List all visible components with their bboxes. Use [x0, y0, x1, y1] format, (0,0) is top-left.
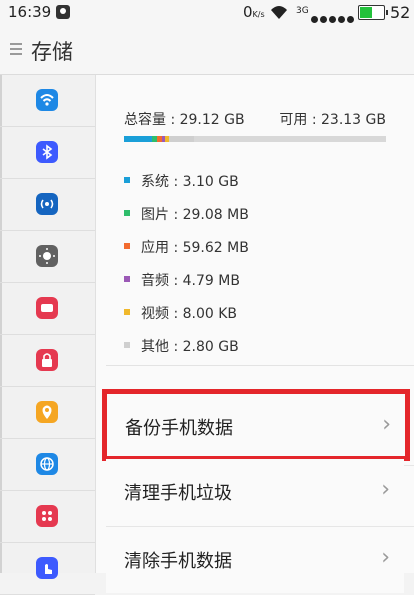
action-label: 清除手机数据 [124, 551, 232, 572]
action-label: 清理手机垃圾 [124, 483, 232, 504]
page-title: 存储 [31, 40, 73, 64]
capacity-summary: 总容量 : 29.12 GB 可用 : 23.13 GB [124, 109, 386, 129]
available-capacity: 可用 : 23.13 GB [279, 112, 386, 128]
display-icon [36, 297, 58, 319]
status-bar: 16:39 0K/s 3G 52 [0, 0, 414, 26]
brightness-icon [36, 245, 58, 267]
action-label: 备份手机数据 [125, 418, 233, 439]
storage-panel: 总容量 : 29.12 GB 可用 : 23.13 GB 系统 : 3.10 G… [96, 75, 414, 593]
bluetooth-icon [36, 141, 58, 163]
legend-swatch [124, 210, 130, 216]
usage-segment-0 [124, 136, 152, 142]
chevron-right-icon: › [382, 412, 391, 437]
sidebar-item-wifi[interactable] [0, 75, 95, 127]
total-capacity: 总容量 : 29.12 GB [124, 112, 245, 128]
globe-icon [36, 453, 58, 475]
notification-icon [56, 5, 70, 19]
legend-swatch [124, 177, 130, 183]
wifi-icon [36, 89, 58, 111]
legend-swatch [124, 276, 130, 282]
usage-segment-5 [168, 136, 194, 142]
divider [106, 365, 414, 366]
lock-icon [36, 349, 58, 371]
sidebar-item-gestures[interactable] [0, 543, 95, 595]
sidebar-item-bluetooth[interactable] [0, 127, 95, 179]
sidebar-item-hotspot[interactable] [0, 179, 95, 231]
network-type: 3G [296, 6, 309, 16]
clean-junk-button[interactable]: 清理手机垃圾 › [106, 459, 404, 525]
erase-data-button[interactable]: 清除手机数据 › [106, 527, 404, 593]
hotspot-icon [36, 193, 58, 215]
sidebar-item-display[interactable] [0, 283, 95, 335]
location-icon [36, 401, 58, 423]
network-speed: 0K/s [243, 3, 265, 21]
gesture-icon [36, 557, 58, 579]
sidebar-item-apps[interactable] [0, 491, 95, 543]
sidebar-item-location[interactable] [0, 387, 95, 439]
chevron-right-icon: › [381, 477, 390, 502]
wifi-signal-icon [271, 6, 287, 19]
battery-percent: 52 [390, 3, 411, 22]
legend-swatch [124, 342, 130, 348]
chevron-right-icon: › [381, 545, 390, 570]
storage-usage-bar [124, 136, 386, 142]
settings-sidebar [0, 75, 96, 595]
app-header: 存储 [0, 26, 414, 75]
battery-icon [358, 5, 388, 20]
apps-icon [36, 505, 58, 527]
legend-swatch [124, 309, 130, 315]
cell-signal-icon [311, 9, 356, 27]
clock: 16:39 [8, 3, 52, 21]
sidebar-item-language[interactable] [0, 439, 95, 491]
menu-icon[interactable] [10, 43, 22, 57]
sidebar-item-brightness[interactable] [0, 231, 95, 283]
legend-swatch [124, 243, 130, 249]
sidebar-item-security[interactable] [0, 335, 95, 387]
backup-data-button[interactable]: 备份手机数据 › [102, 389, 410, 461]
